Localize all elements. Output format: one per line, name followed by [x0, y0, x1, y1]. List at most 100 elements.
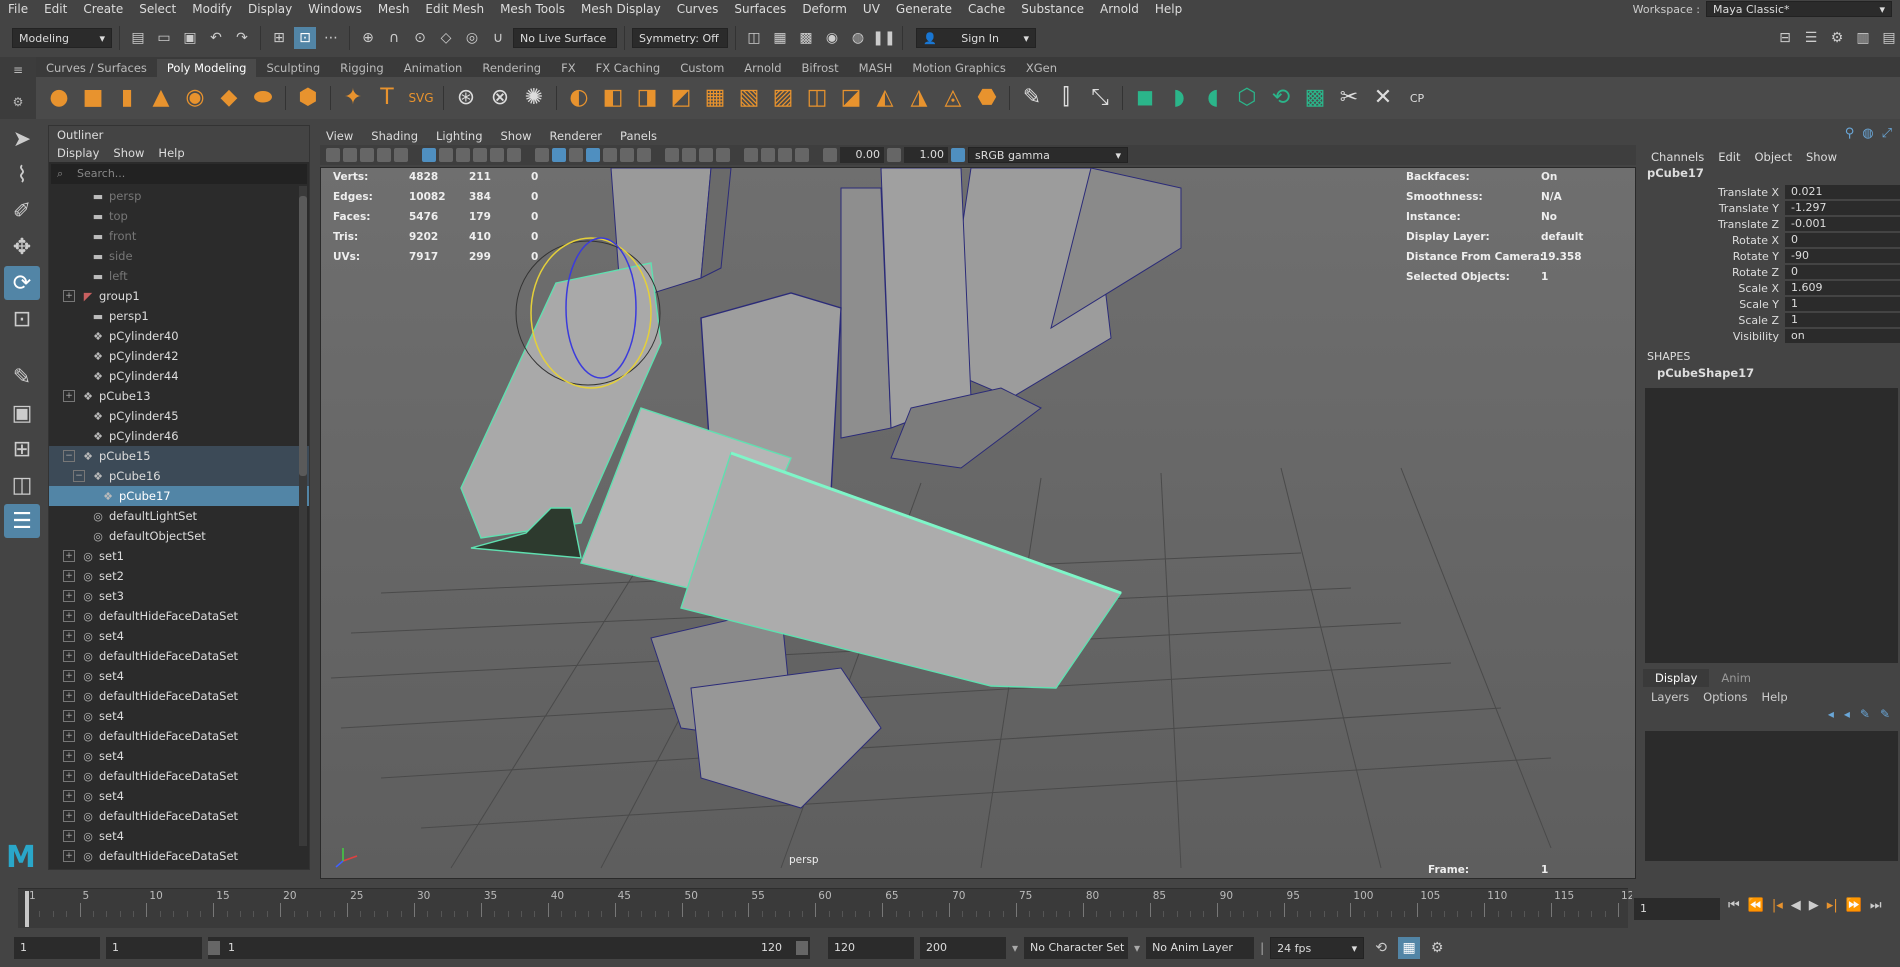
move-layer-down-icon[interactable]: ◂: [1844, 707, 1850, 727]
uv-cylindrical-icon[interactable]: ◗: [1164, 83, 1194, 113]
color-management-icon[interactable]: [951, 148, 965, 162]
new-layer-selected-icon[interactable]: ✎: [1880, 707, 1890, 727]
outliner-row[interactable]: − ❖ pCube16: [49, 466, 309, 486]
uv-automatic-icon[interactable]: ⬡: [1232, 83, 1262, 113]
xray-icon[interactable]: [761, 148, 775, 162]
outliner-row[interactable]: + ◎ defaultHideFaceDataSet: [49, 726, 309, 746]
channel-attribute-value[interactable]: 0.021: [1785, 185, 1900, 199]
poly-cone-icon[interactable]: ▲: [146, 83, 176, 113]
channel-attribute-value[interactable]: 1: [1785, 313, 1900, 327]
mirror-icon[interactable]: ◩: [666, 83, 696, 113]
menu-display[interactable]: Display: [240, 2, 300, 16]
outliner-row[interactable]: + ◤ group1: [49, 286, 309, 306]
menu-edit[interactable]: Edit: [36, 2, 75, 16]
isolate-select-icon[interactable]: [744, 148, 758, 162]
channel-attribute-label[interactable]: Translate Y: [1643, 202, 1785, 215]
backface-culling-icon[interactable]: [795, 148, 809, 162]
bridge-icon[interactable]: ◭: [870, 83, 900, 113]
channel-attribute-label[interactable]: Translate X: [1643, 186, 1785, 199]
field-chart-icon[interactable]: [490, 148, 504, 162]
channel-attribute-label[interactable]: Scale Z: [1643, 314, 1785, 327]
outliner-row[interactable]: + ◎ set4: [49, 826, 309, 846]
menu-substance[interactable]: Substance: [1013, 2, 1092, 16]
gamma-field[interactable]: 1.00: [904, 147, 948, 163]
move-tool-icon[interactable]: ✥: [4, 230, 40, 264]
history-icon[interactable]: ◫: [743, 27, 765, 49]
outliner-row[interactable]: + ◎ defaultHideFaceDataSet: [49, 846, 309, 862]
move-layer-up-icon[interactable]: ◂: [1828, 707, 1834, 727]
character-set-field[interactable]: No Character Set: [1024, 937, 1129, 959]
menu-edit-mesh[interactable]: Edit Mesh: [417, 2, 492, 16]
rotate-tool-icon[interactable]: ⟳: [4, 266, 40, 300]
attribute-editor-icon[interactable]: ☰: [1800, 27, 1822, 49]
menu-help[interactable]: Help: [1147, 2, 1190, 16]
animation-start-field[interactable]: 1: [14, 937, 100, 959]
outliner-row[interactable]: ◎ defaultLightSet: [49, 506, 309, 526]
layer-tab-anim[interactable]: Anim: [1709, 669, 1763, 687]
textured-icon[interactable]: [603, 148, 617, 162]
live-surface-field[interactable]: No Live Surface: [513, 28, 617, 48]
menu-deform[interactable]: Deform: [794, 2, 855, 16]
menu-mesh-display[interactable]: Mesh Display: [573, 2, 669, 16]
channel-box-icon[interactable]: ▥: [1852, 27, 1874, 49]
platonic-solid-icon[interactable]: ⬢: [293, 83, 323, 113]
booleans-icon[interactable]: ◨: [632, 83, 662, 113]
expand-icon[interactable]: +: [63, 770, 75, 782]
expand-icon[interactable]: +: [63, 630, 75, 642]
lights-icon[interactable]: [620, 148, 634, 162]
channel-box-menu-object[interactable]: Object: [1755, 148, 1792, 166]
scale-tool-icon[interactable]: ⊡: [4, 302, 40, 336]
lasso-tool-icon[interactable]: ⌇: [4, 158, 40, 192]
outliner-row[interactable]: ▬ left: [49, 266, 309, 286]
shelf-tab-rendering[interactable]: Rendering: [472, 59, 551, 77]
paint-select-icon[interactable]: ✐: [4, 194, 40, 228]
viewport-menu-shading[interactable]: Shading: [371, 127, 418, 145]
layer-menu-help[interactable]: Help: [1761, 687, 1787, 707]
menu-generate[interactable]: Generate: [888, 2, 960, 16]
layer-tab-display[interactable]: Display: [1643, 669, 1710, 687]
uv-spherical-icon[interactable]: ◖: [1198, 83, 1228, 113]
outliner-row[interactable]: + ◎ defaultHideFaceDataSet: [49, 766, 309, 786]
channel-attribute-value[interactable]: -0.001: [1785, 217, 1900, 231]
outliner-row[interactable]: ❖ pCylinder46: [49, 426, 309, 446]
last-tool-icon[interactable]: ✎: [4, 360, 40, 394]
fps-dropdown[interactable]: 24 fps ▾: [1270, 937, 1365, 959]
channel-attribute-value[interactable]: 0: [1785, 265, 1900, 279]
outliner-row[interactable]: ▬ front: [49, 226, 309, 246]
menu-mesh[interactable]: Mesh: [370, 2, 418, 16]
channel-attribute-value[interactable]: 1: [1785, 297, 1900, 311]
outliner-row[interactable]: + ◎ defaultHideFaceDataSet: [49, 646, 309, 666]
fill-hole-icon[interactable]: ▨: [768, 83, 798, 113]
wireframe-on-shaded-icon[interactable]: [586, 148, 600, 162]
outliner-layout-icon[interactable]: ☰: [4, 504, 40, 538]
four-view-icon[interactable]: ⊞: [4, 432, 40, 466]
combine-icon[interactable]: ⊛: [451, 83, 481, 113]
outliner-row[interactable]: + ◎ set4: [49, 786, 309, 806]
outliner-row[interactable]: ❖ pCube17: [49, 486, 309, 506]
step-back-key-icon[interactable]: |◂: [1772, 898, 1783, 913]
outliner-row[interactable]: + ◎ set4: [49, 746, 309, 766]
layer-menu-options[interactable]: Options: [1703, 687, 1747, 707]
menu-curves[interactable]: Curves: [669, 2, 727, 16]
outliner-row[interactable]: + ◎ set3: [49, 586, 309, 606]
step-forward-key-icon[interactable]: ▸|: [1827, 898, 1838, 913]
camera-attributes-icon[interactable]: [343, 148, 357, 162]
quadrangulate-icon[interactable]: ▦: [700, 83, 730, 113]
shelf-tab-motion-graphics[interactable]: Motion Graphics: [902, 59, 1015, 77]
ipr-render-icon[interactable]: ▩: [795, 27, 817, 49]
tool-settings-icon[interactable]: ⚙: [1826, 27, 1848, 49]
channel-attribute-label[interactable]: Rotate Y: [1643, 250, 1785, 263]
symmetry-dropdown[interactable]: Symmetry: Off: [632, 28, 728, 48]
range-end-handle[interactable]: [796, 941, 808, 955]
magnet-icon[interactable]: ∪: [487, 27, 509, 49]
step-back-icon[interactable]: ⏪: [1748, 898, 1764, 913]
persp-outliner-icon[interactable]: ◫: [4, 468, 40, 502]
uv-cut-icon[interactable]: ✂: [1334, 83, 1364, 113]
edge-loop-icon[interactable]: ⫿: [1051, 83, 1081, 113]
tool-settings-toggle-icon[interactable]: ⤢: [1882, 126, 1892, 141]
outliner-row[interactable]: + ◎ set4: [49, 626, 309, 646]
outliner-menu-show[interactable]: Show: [113, 144, 144, 162]
outliner-scroll-thumb[interactable]: [299, 196, 307, 476]
resolution-gate-icon[interactable]: [456, 148, 470, 162]
auto-key-icon[interactable]: ▦: [1398, 937, 1421, 959]
